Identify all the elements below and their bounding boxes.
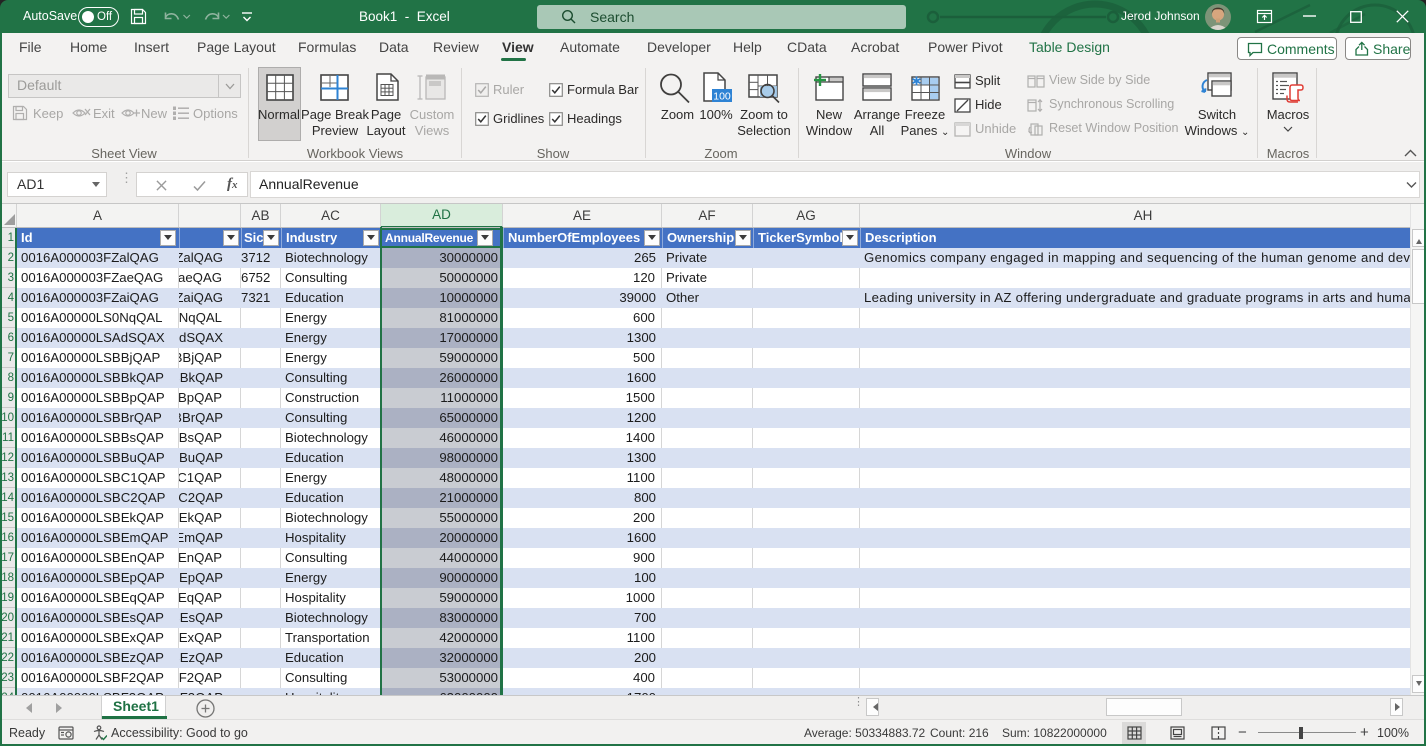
svg-text:100: 100: [713, 91, 731, 103]
